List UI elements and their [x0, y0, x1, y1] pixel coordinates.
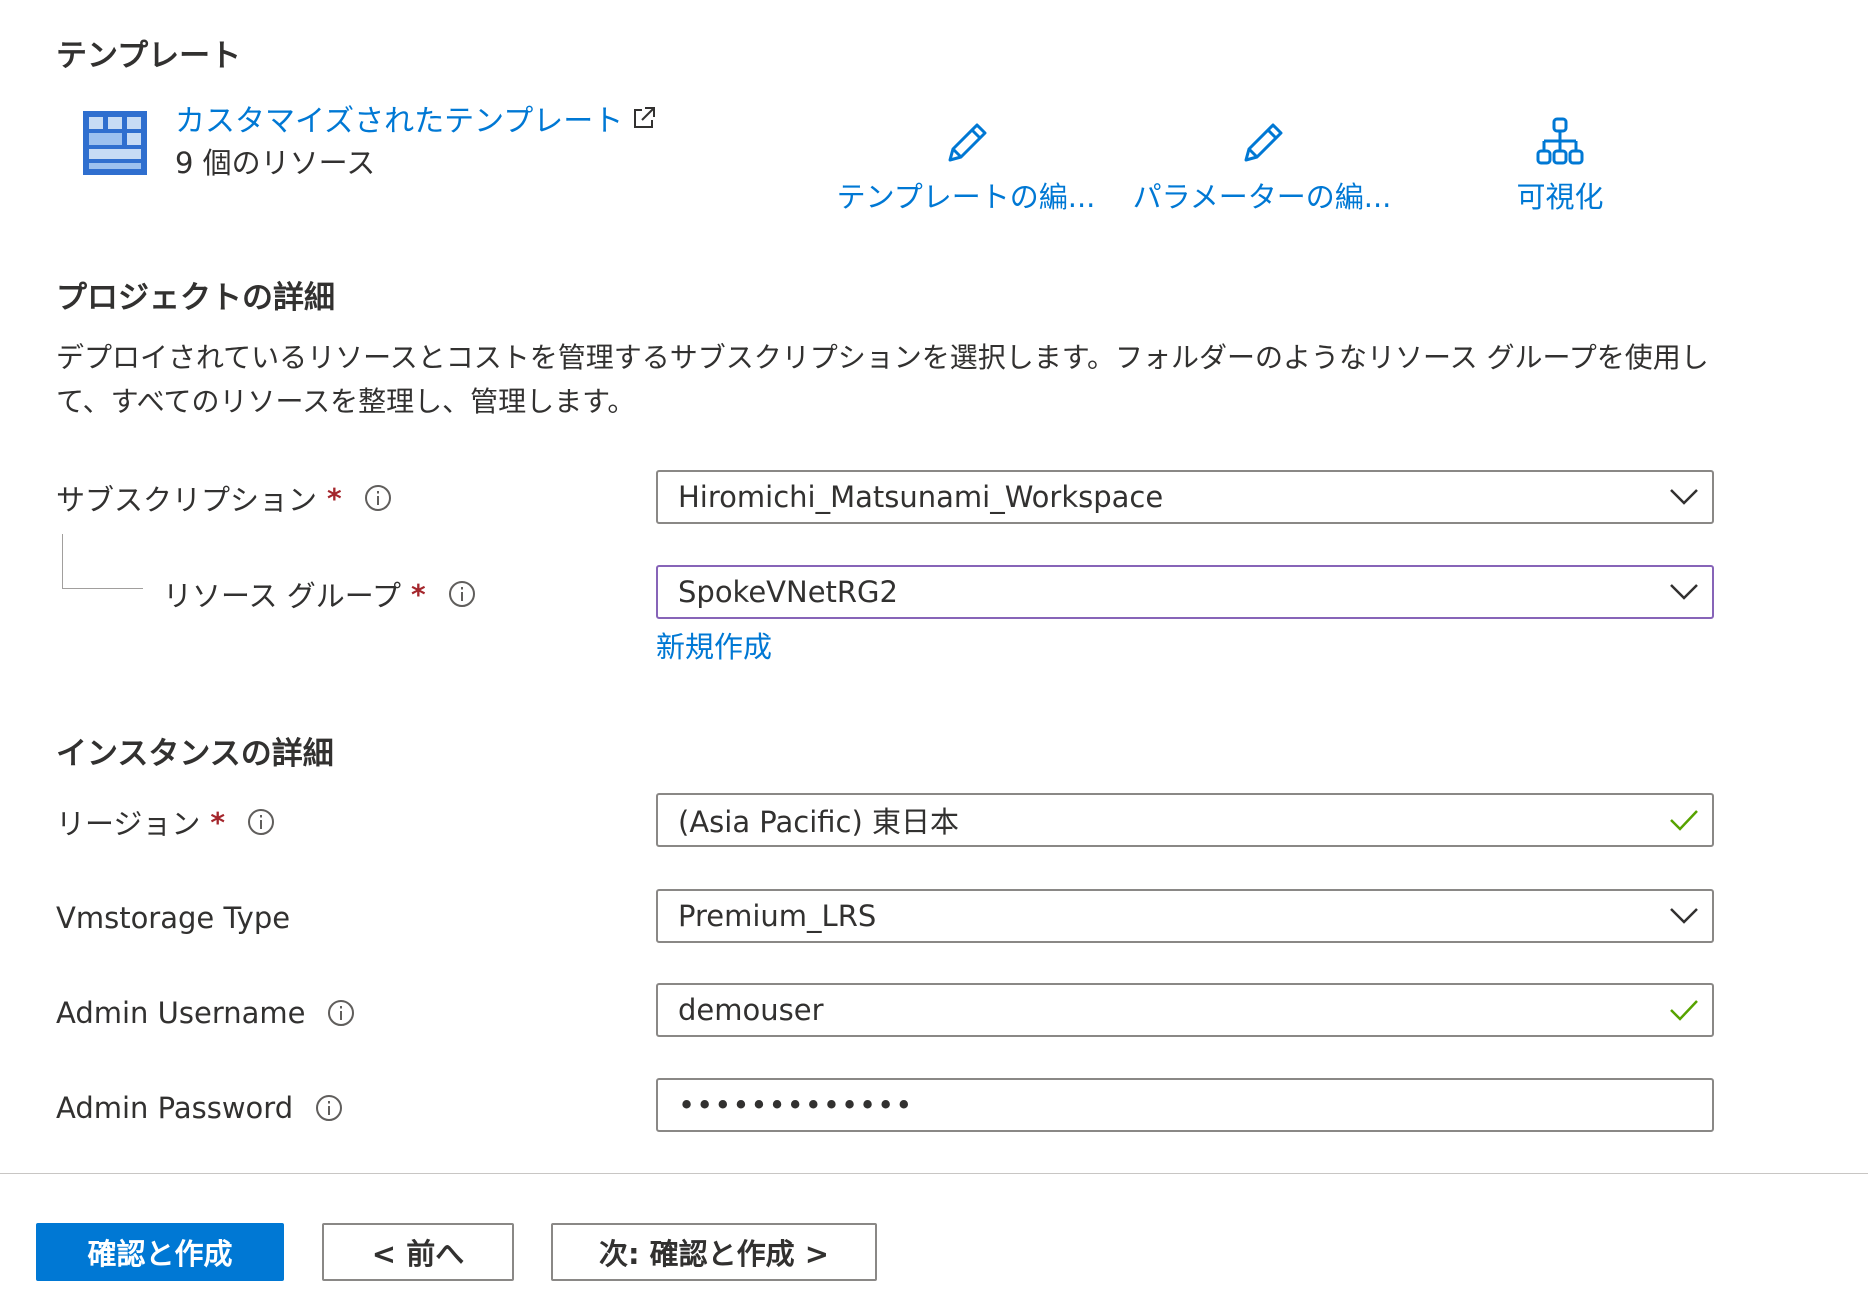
info-icon[interactable]	[364, 484, 392, 512]
region-dropdown[interactable]: (Asia Pacific) 東日本	[656, 793, 1714, 847]
admin-username-value: demouser	[678, 993, 824, 1027]
review-create-button[interactable]: 確認と作成	[36, 1223, 284, 1281]
chevron-down-icon	[1656, 891, 1712, 941]
edit-template-button[interactable]: テンプレートの編...	[837, 116, 1095, 216]
info-icon[interactable]	[448, 580, 476, 608]
footer-divider	[0, 1173, 1868, 1174]
admin-password-value: •••••••••••••	[678, 1088, 914, 1122]
subscription-dropdown[interactable]: Hiromichi_Matsunami_Workspace	[656, 470, 1714, 524]
custom-template-link-label: カスタマイズされたテンプレート	[175, 104, 624, 139]
vmstorage-label-text: Vmstorage Type	[56, 901, 291, 935]
info-icon[interactable]	[247, 808, 275, 836]
create-new-link[interactable]: 新規作成	[656, 624, 772, 666]
subscription-value: Hiromichi_Matsunami_Workspace	[678, 480, 1164, 514]
previous-button[interactable]: < 前へ	[322, 1223, 514, 1281]
subscription-label-text: サブスクリプション	[56, 483, 318, 517]
next-button[interactable]: 次: 確認と作成 >	[551, 1223, 877, 1281]
template-section-title: テンプレート	[56, 38, 242, 74]
vmstorage-value: Premium_LRS	[678, 899, 877, 933]
project-details-title: プロジェクトの詳細	[56, 280, 335, 316]
admin-username-label-text: Admin Username	[56, 996, 306, 1030]
region-label: リージョン *	[56, 802, 275, 842]
edit-parameters-label: パラメーターの編...	[1132, 180, 1392, 214]
chevron-down-icon	[1656, 472, 1712, 522]
info-icon[interactable]	[327, 999, 355, 1027]
admin-username-input[interactable]: demouser	[656, 983, 1714, 1037]
pencil-icon	[948, 123, 987, 162]
required-marker: *	[411, 577, 426, 611]
resource-group-label-text: リソース グループ	[163, 579, 402, 613]
resource-group-dropdown[interactable]: SpokeVNetRG2	[656, 565, 1714, 619]
resource-count: 9 個のリソース	[175, 146, 376, 180]
vmstorage-label: Vmstorage Type	[56, 898, 290, 938]
required-marker: *	[210, 805, 226, 839]
region-label-text: リージョン	[56, 807, 201, 841]
checkmark-icon	[1656, 795, 1712, 845]
tree-connector	[62, 534, 143, 589]
required-marker: *	[327, 481, 342, 515]
external-link-icon	[634, 107, 656, 128]
resource-group-value: SpokeVNetRG2	[678, 575, 898, 609]
info-icon[interactable]	[315, 1094, 343, 1122]
instance-details-title: インスタンスの詳細	[56, 736, 334, 772]
region-value: (Asia Pacific) 東日本	[678, 805, 960, 839]
hierarchy-icon	[1536, 117, 1584, 165]
template-icon	[83, 111, 147, 175]
edit-template-label: テンプレートの編...	[836, 180, 1096, 214]
resource-group-label: リソース グループ *	[163, 574, 476, 614]
visualize-label: 可視化	[1516, 180, 1604, 214]
admin-password-input[interactable]: •••••••••••••	[656, 1078, 1714, 1132]
checkmark-icon	[1656, 985, 1712, 1035]
project-description: デプロイされているリソースとコストを管理するサブスクリプションを選択します。フォ…	[56, 341, 1709, 418]
chevron-down-icon	[1656, 567, 1712, 617]
admin-password-label: Admin Password	[56, 1088, 343, 1128]
edit-parameters-button[interactable]: パラメーターの編...	[1133, 116, 1391, 216]
visualize-button[interactable]: 可視化	[1446, 116, 1674, 216]
pencil-icon	[1244, 123, 1283, 162]
admin-password-label-text: Admin Password	[56, 1091, 294, 1125]
subscription-label: サブスクリプション *	[56, 478, 392, 518]
vmstorage-dropdown[interactable]: Premium_LRS	[656, 889, 1714, 943]
custom-template-link[interactable]: カスタマイズされたテンプレート	[175, 96, 657, 140]
admin-username-label: Admin Username	[56, 993, 355, 1033]
